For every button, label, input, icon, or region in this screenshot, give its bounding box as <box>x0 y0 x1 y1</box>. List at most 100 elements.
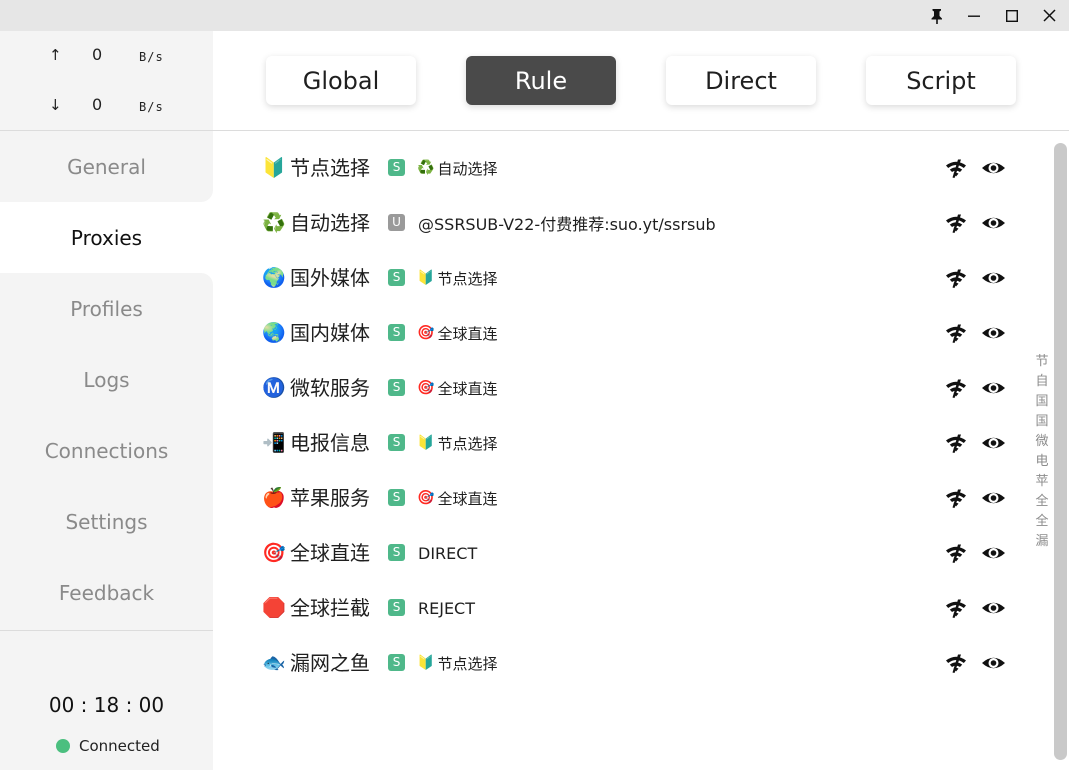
group-type-badge: S <box>388 544 405 561</box>
selected-proxy-label: REJECT <box>418 598 475 618</box>
group-name: 全球直连 <box>290 541 370 565</box>
group-emoji-icon: 🐟 <box>262 652 286 674</box>
minimize-icon[interactable] <box>955 0 993 31</box>
index-letter[interactable]: 全 <box>1035 512 1048 532</box>
scrollbar[interactable] <box>1054 143 1067 760</box>
expand-eye-icon[interactable] <box>981 541 1006 565</box>
selected-proxy-icon: 🎯 <box>417 490 435 506</box>
proxy-group-row[interactable]: 🌏 国内媒体 S 🎯 全球直连 <box>213 313 1043 353</box>
mode-script-button[interactable]: Script <box>866 56 1016 105</box>
index-letter[interactable]: 苹 <box>1035 472 1048 492</box>
expand-eye-icon[interactable] <box>981 486 1006 510</box>
index-letter[interactable]: 电 <box>1035 452 1048 472</box>
selected-proxy[interactable]: 🎯 全球直连 <box>417 484 497 512</box>
proxy-group-row[interactable]: ♻️ 自动选择 U @SSRSUB-V22-付费推荐:suo.yt/ssrsub <box>213 203 1043 243</box>
selected-proxy-icon: 🔰 <box>417 435 435 451</box>
latency-test-icon[interactable] <box>944 211 968 235</box>
latency-test-icon[interactable] <box>944 321 968 345</box>
latency-test-icon[interactable] <box>944 541 968 565</box>
expand-eye-icon[interactable] <box>981 266 1006 290</box>
selected-proxy[interactable]: @SSRSUB-V22-付费推荐:suo.yt/ssrsub <box>418 209 716 237</box>
mode-global-button[interactable]: Global <box>266 56 416 105</box>
proxy-group-row[interactable]: 📲 电报信息 S 🔰 节点选择 <box>213 423 1043 463</box>
download-speed: ↓ 0 B/s <box>0 93 213 117</box>
group-name: 自动选择 <box>290 211 370 235</box>
index-letter[interactable]: 国 <box>1035 392 1048 412</box>
latency-test-icon[interactable] <box>944 596 968 620</box>
selected-proxy-icon: 🎯 <box>417 380 435 396</box>
latency-test-icon[interactable] <box>944 266 968 290</box>
latency-test-icon[interactable] <box>944 431 968 455</box>
sidebar-item-logs[interactable]: Logs <box>0 344 213 415</box>
proxy-group-row[interactable]: 🍎 苹果服务 S 🎯 全球直连 <box>213 478 1043 518</box>
index-letter[interactable]: 漏 <box>1035 532 1048 552</box>
upload-value: 0 <box>92 45 103 64</box>
mode-bar: Global Rule Direct Script <box>213 31 1069 131</box>
selected-proxy-label: 自动选择 <box>437 159 498 178</box>
group-type-badge: S <box>388 379 405 396</box>
group-emoji-icon: Ⓜ️ <box>262 377 286 399</box>
download-value: 0 <box>92 95 103 114</box>
proxy-group-row[interactable]: 🔰 节点选择 S ♻️ 自动选择 <box>213 148 1043 188</box>
index-letter[interactable]: 全 <box>1035 492 1048 512</box>
group-emoji-icon: 🍎 <box>262 487 286 509</box>
selected-proxy[interactable]: DIRECT <box>418 539 477 567</box>
group-emoji-icon: ♻️ <box>262 212 286 234</box>
latency-test-icon[interactable] <box>944 651 968 675</box>
selected-proxy[interactable]: 🔰 节点选择 <box>417 429 497 457</box>
expand-eye-icon[interactable] <box>981 431 1006 455</box>
group-name: 苹果服务 <box>290 486 370 510</box>
maximize-icon[interactable] <box>993 0 1031 31</box>
group-name: 漏网之鱼 <box>290 651 370 675</box>
selected-proxy[interactable]: REJECT <box>418 594 475 622</box>
expand-eye-icon[interactable] <box>981 376 1006 400</box>
mode-rule-button[interactable]: Rule <box>466 56 616 105</box>
selected-proxy-label: @SSRSUB-V22-付费推荐:suo.yt/ssrsub <box>418 215 716 234</box>
selected-proxy-icon: ♻️ <box>417 160 435 176</box>
mode-direct-button[interactable]: Direct <box>666 56 816 105</box>
sidebar-item-feedback[interactable]: Feedback <box>0 557 213 628</box>
expand-eye-icon[interactable] <box>981 211 1006 235</box>
proxy-group-row[interactable]: 🎯 全球直连 S DIRECT <box>213 533 1043 573</box>
index-letter[interactable]: 微 <box>1035 432 1048 452</box>
index-letter[interactable]: 国 <box>1035 412 1048 432</box>
selected-proxy[interactable]: 🔰 节点选择 <box>417 264 497 292</box>
sidebar-item-connections[interactable]: Connections <box>0 415 213 486</box>
sidebar-item-profiles[interactable]: Profiles <box>0 273 213 344</box>
expand-eye-icon[interactable] <box>981 651 1006 675</box>
expand-eye-icon[interactable] <box>981 321 1006 345</box>
group-emoji-icon: 🌍 <box>262 267 286 289</box>
index-letter[interactable]: 自 <box>1035 372 1048 392</box>
group-type-badge: S <box>388 599 405 616</box>
sidebar-item-proxies[interactable]: Proxies <box>0 202 213 273</box>
latency-test-icon[interactable] <box>944 376 968 400</box>
proxy-group-row[interactable]: Ⓜ️ 微软服务 S 🎯 全球直连 <box>213 368 1043 408</box>
expand-eye-icon[interactable] <box>981 596 1006 620</box>
pin-icon[interactable] <box>918 0 956 31</box>
proxy-group-row[interactable]: 🌍 国外媒体 S 🔰 节点选择 <box>213 258 1043 298</box>
selected-proxy-icon: 🔰 <box>417 655 435 671</box>
sidebar-item-general[interactable]: General <box>0 131 213 202</box>
group-name: 国内媒体 <box>290 321 370 345</box>
sidebar-item-settings[interactable]: Settings <box>0 486 213 557</box>
latency-test-icon[interactable] <box>944 156 968 180</box>
proxy-group-row[interactable]: 🛑 全球拦截 S REJECT <box>213 588 1043 628</box>
traffic-panel: ↑ 0 B/s ↓ 0 B/s <box>0 31 213 131</box>
proxy-group-row[interactable]: 🐟 漏网之鱼 S 🔰 节点选择 <box>213 643 1043 683</box>
selected-proxy[interactable]: ♻️ 自动选择 <box>417 154 497 182</box>
group-name: 微软服务 <box>290 376 370 400</box>
group-type-badge: U <box>388 214 405 231</box>
selected-proxy-label: 节点选择 <box>437 269 498 288</box>
proxy-group-list: 🔰 节点选择 S ♻️ 自动选择 ♻️ 自动选择 U @SSRSUB-V22-付费推荐:suo.… <box>213 131 1043 770</box>
selected-proxy-icon: 🔰 <box>417 270 435 286</box>
expand-eye-icon[interactable] <box>981 156 1006 180</box>
sidebar: ↑ 0 B/s ↓ 0 B/s General Proxies Profiles… <box>0 31 213 770</box>
download-arrow-icon: ↓ <box>49 96 62 114</box>
selected-proxy[interactable]: 🎯 全球直连 <box>417 374 497 402</box>
upload-arrow-icon: ↑ <box>49 46 62 64</box>
latency-test-icon[interactable] <box>944 486 968 510</box>
close-icon[interactable] <box>1030 0 1068 31</box>
index-letter[interactable]: 节 <box>1035 352 1048 372</box>
selected-proxy[interactable]: 🔰 节点选择 <box>417 649 497 677</box>
selected-proxy[interactable]: 🎯 全球直连 <box>417 319 497 347</box>
